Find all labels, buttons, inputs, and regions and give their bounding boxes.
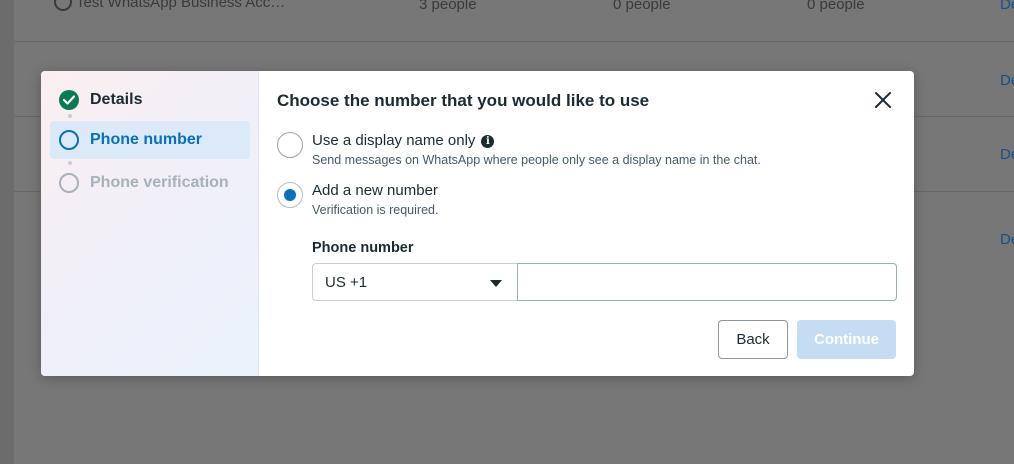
phone-number-label: Phone number xyxy=(312,240,414,256)
step-details[interactable]: Details xyxy=(50,81,250,119)
account-name: Test WhatsApp Business Acc… xyxy=(76,0,286,11)
country-code-select[interactable]: US +1 xyxy=(312,263,518,301)
whatsapp-icon xyxy=(54,0,72,11)
people-count: 0 people xyxy=(613,0,671,13)
step-label: Details xyxy=(90,91,143,108)
people-count: 3 people xyxy=(419,0,477,13)
option-label: Use a display name only i xyxy=(312,132,495,149)
row-action-link[interactable]: De xyxy=(1000,0,1014,13)
caret-down-icon xyxy=(490,280,502,287)
continue-button[interactable]: Continue xyxy=(797,320,896,359)
dialog-content: Choose the number that you would like to… xyxy=(259,71,914,376)
option-description: Send messages on WhatsApp where people o… xyxy=(312,153,761,167)
step-label: Phone number xyxy=(90,131,203,148)
close-icon[interactable] xyxy=(872,89,894,111)
circle-icon xyxy=(59,130,79,150)
step-phone-verification[interactable]: Phone verification xyxy=(50,164,250,202)
back-button[interactable]: Back xyxy=(718,320,788,359)
row-action-link[interactable]: De xyxy=(1000,231,1014,248)
country-code-value: US +1 xyxy=(325,273,368,291)
option-description: Verification is required. xyxy=(312,203,439,217)
phone-number-input[interactable] xyxy=(517,263,897,301)
table-row: Test WhatsApp Business Acc… 3 people 0 p… xyxy=(14,0,1014,42)
stepper-sidebar: Details Phone number Phone verification xyxy=(41,71,259,376)
radio-display-name[interactable] xyxy=(277,132,303,158)
radio-add-new-number[interactable] xyxy=(277,182,303,208)
row-action-link[interactable]: De xyxy=(1000,146,1014,163)
step-connector xyxy=(68,114,72,118)
step-label: Phone verification xyxy=(90,174,229,191)
background-left-rail xyxy=(0,0,14,464)
add-phone-number-dialog: Details Phone number Phone verification … xyxy=(41,71,914,376)
step-phone-number[interactable]: Phone number xyxy=(50,121,250,159)
dialog-title: Choose the number that you would like to… xyxy=(277,91,650,110)
circle-icon xyxy=(59,173,79,193)
option-label: Add a new number xyxy=(312,182,438,199)
check-circle-icon xyxy=(59,90,79,110)
row-action-link[interactable]: De xyxy=(1000,72,1014,89)
people-count: 0 people xyxy=(807,0,865,13)
info-icon[interactable]: i xyxy=(481,135,495,148)
